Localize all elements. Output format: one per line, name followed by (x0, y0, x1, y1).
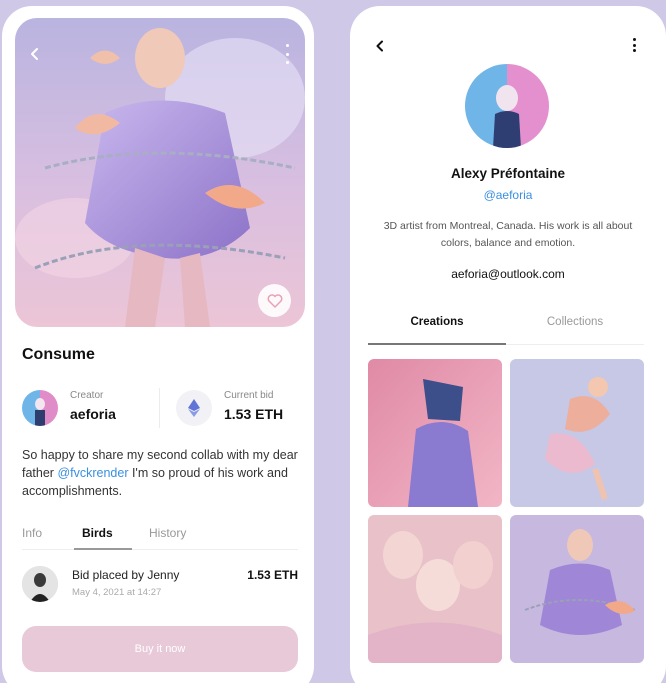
tab-creations[interactable]: Creations (368, 316, 506, 328)
nft-title: Consume (22, 346, 95, 363)
profile-avatar (465, 64, 549, 148)
tab-birds[interactable]: Birds (82, 526, 113, 540)
tab-info[interactable]: Info (22, 526, 42, 540)
buy-button[interactable]: Buy it now (22, 626, 298, 672)
creator-label: Creator (70, 390, 104, 401)
current-bid-value: 1.53 ETH (224, 406, 284, 422)
profile-tabs: Creations Collections (368, 314, 644, 346)
current-bid-label: Current bid (224, 390, 274, 401)
heart-icon (267, 293, 282, 308)
tabs-divider (506, 344, 644, 345)
bid-amount: 1.53 ETH (247, 568, 298, 582)
tab-history[interactable]: History (149, 526, 186, 540)
creator-avatar[interactable] (22, 390, 58, 426)
meta-divider (159, 388, 160, 428)
like-button[interactable] (258, 284, 291, 317)
bidder-avatar (22, 566, 58, 602)
more-vertical-icon[interactable] (279, 44, 295, 64)
creation-tile[interactable] (368, 359, 502, 507)
chevron-left-icon (376, 40, 383, 52)
ethereum-icon (176, 390, 212, 426)
back-button[interactable] (23, 42, 47, 66)
tabs-divider (22, 549, 298, 550)
creation-tile[interactable] (510, 515, 644, 663)
profile-name: Alexy Préfontaine (450, 166, 566, 181)
back-button[interactable] (370, 36, 390, 56)
bid-list-item[interactable]: Bid placed by Jenny May 4, 2021 at 14:27… (22, 564, 298, 604)
creator-name[interactable]: aeforia (70, 406, 116, 422)
bid-date: May 4, 2021 at 14:27 (72, 587, 162, 598)
creation-tile[interactable] (368, 515, 502, 663)
nft-tabs: Info Birds History (22, 524, 298, 550)
active-tab-indicator (368, 343, 506, 345)
active-tab-indicator (74, 548, 132, 550)
mention-link[interactable]: @fvckrender (57, 466, 128, 480)
nft-artwork-image[interactable] (15, 18, 305, 327)
profile-email[interactable]: aeforia@outlook.com (350, 267, 666, 281)
creation-tile[interactable] (510, 359, 644, 507)
nft-detail-screen: Consume Creator aeforia Current bid 1.53… (2, 6, 314, 683)
more-vertical-icon[interactable] (630, 38, 638, 52)
tab-collections[interactable]: Collections (506, 316, 644, 328)
chevron-left-icon (31, 48, 38, 60)
nft-description: So happy to share my second collab with … (22, 446, 304, 500)
bid-text: Bid placed by Jenny (72, 568, 180, 582)
profile-screen: Alexy Préfontaine @aeforia 3D artist fro… (350, 6, 666, 683)
profile-bio: 3D artist from Montreal, Canada. His wor… (383, 220, 633, 249)
profile-handle[interactable]: @aeforia (350, 188, 666, 202)
nft-meta-row: Creator aeforia Current bid 1.53 ETH (22, 384, 298, 432)
